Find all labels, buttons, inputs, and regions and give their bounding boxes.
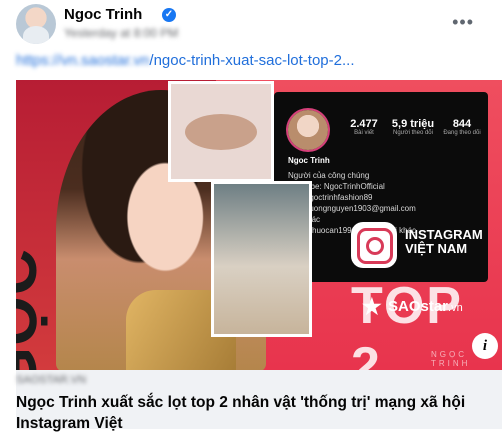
saostar-logo: SAOstar.vn	[358, 294, 463, 320]
card-name: Ngoc Trinh	[288, 156, 330, 165]
stat-posts: 2.477 Bài viết	[344, 118, 384, 136]
card-bio-line: Người của công chúng	[288, 171, 370, 180]
link-preview-image[interactable]: NGỌC TRINH 2.477 Bài viết 5,9 triệu Ngườ…	[16, 80, 502, 370]
stat-following-label: Đang theo dõi	[443, 130, 481, 136]
stat-posts-value: 2.477	[350, 118, 378, 130]
instagram-vietnam-text: INSTAGRAM VIỆT NAM	[405, 228, 483, 256]
link-preview-footer[interactable]: SAOSTAR.VN Ngọc Trinh xuất sắc lọt top 2…	[16, 370, 502, 432]
verified-badge-icon: ✓	[162, 8, 176, 22]
instagram-logo-icon	[351, 222, 397, 268]
post-timestamp[interactable]: Yesterday at 8:00 PM	[64, 26, 178, 40]
brand-suffix: .vn	[448, 302, 463, 314]
author-name[interactable]: Ngoc Trinh	[64, 6, 142, 23]
post-link-domain: https://vn.saostar.vn	[16, 52, 150, 69]
instagram-label: INSTAGRAM	[405, 227, 483, 242]
stat-followers: 5,9 triệu Người theo dõi	[388, 118, 438, 136]
card-avatar	[288, 110, 328, 150]
link-title[interactable]: Ngọc Trinh xuất sắc lọt top 2 nhân vật '…	[16, 392, 496, 434]
post-link[interactable]: https://vn.saostar.vn/ngoc-trinh-xuat-sa…	[16, 52, 354, 69]
inset-photo-top	[171, 84, 271, 179]
card-bio-line: YouTube: NgocTrinhOfficial	[288, 182, 385, 191]
info-icon[interactable]: i	[472, 333, 498, 359]
brand-name: SAOstar	[388, 298, 449, 315]
inset-photo-middle	[214, 184, 309, 334]
stat-following-value: 844	[452, 118, 472, 130]
facebook-post: Ngoc Trinh ✓ Yesterday at 8:00 PM ••• ht…	[0, 0, 502, 432]
link-domain: SAOSTAR.VN	[16, 374, 87, 386]
stat-following: 844 Đang theo dõi	[440, 118, 484, 136]
stat-posts-label: Bài viết	[354, 130, 374, 136]
stat-followers-value: 5,9 triệu	[391, 118, 435, 130]
card-bio-line: linhphuongnguyen1903@gmail.com	[288, 204, 416, 213]
author-avatar[interactable]	[16, 4, 56, 44]
post-header: Ngoc Trinh ✓ Yesterday at 8:00 PM •••	[16, 4, 486, 44]
more-options-icon[interactable]: •••	[452, 12, 474, 33]
stat-followers-label: Người theo dõi	[393, 130, 433, 136]
post-link-path: /ngoc-trinh-xuat-sac-lot-top-2...	[149, 52, 355, 69]
vietnam-label: VIỆT NAM	[405, 241, 468, 256]
card-bio-line: FB: /ngoctrinhfashion89	[288, 193, 373, 202]
